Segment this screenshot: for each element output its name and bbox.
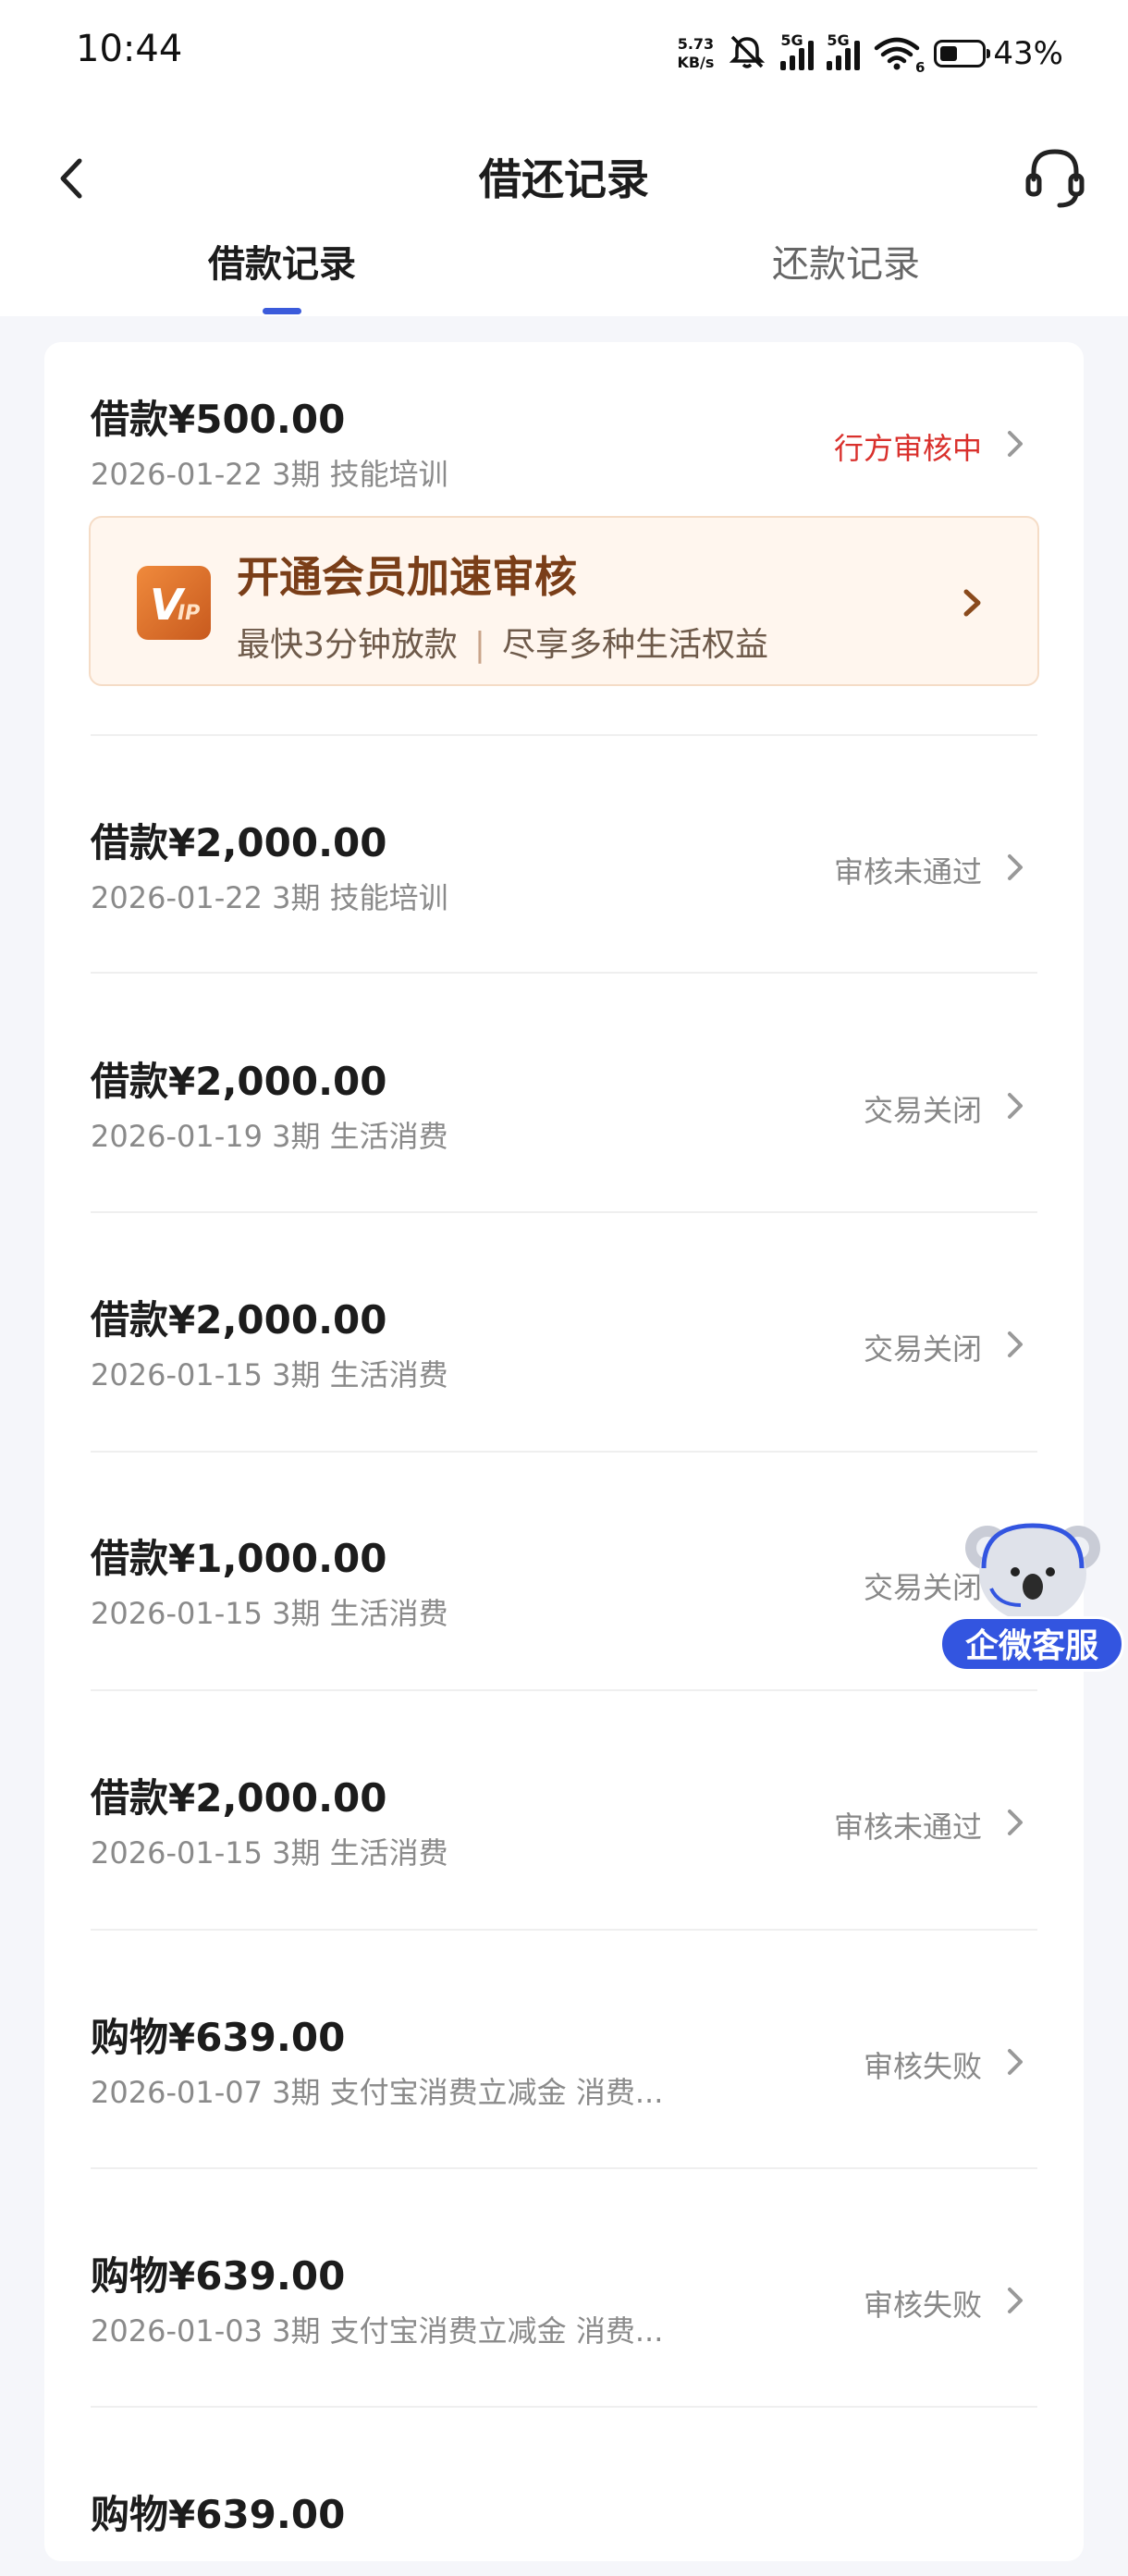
active-tab-indicator bbox=[263, 308, 301, 314]
record-meta: 2026-01-15 3期 生活消费 bbox=[91, 1835, 448, 1871]
signal-bar bbox=[790, 55, 796, 70]
chevron-right-icon bbox=[1008, 2049, 1023, 2075]
record-item[interactable]: 购物¥639.00 2026-01-03 3期 支付宝消费立减金 消费... 审… bbox=[44, 2245, 1084, 2349]
chevron-right-icon bbox=[1008, 854, 1023, 880]
vip-badge-icon: V IP bbox=[137, 566, 211, 640]
tab-bar: 借款记录 还款记录 bbox=[0, 234, 1128, 317]
signal-icon-2: 5G bbox=[827, 31, 861, 70]
network-speed: 5.73 KB/s bbox=[677, 35, 714, 72]
header: 借还记录 借款记录 还款记录 bbox=[0, 109, 1128, 316]
divider bbox=[91, 972, 1037, 974]
record-amount: 借款¥2,000.00 bbox=[91, 1297, 387, 1343]
battery-indicator: 43% bbox=[934, 35, 1063, 72]
chevron-right-icon bbox=[1008, 1331, 1023, 1357]
network-speed-unit: KB/s bbox=[677, 54, 715, 71]
record-status: 交易关闭 bbox=[863, 1331, 982, 1367]
page-title: 借还记录 bbox=[479, 154, 649, 204]
record-meta: 2026-01-22 3期 技能培训 bbox=[91, 880, 448, 915]
record-amount: 购物¥639.00 bbox=[91, 2492, 346, 2537]
signal-bar bbox=[808, 41, 815, 70]
status-icons: 5.73 KB/s 5G 5G 6 43% bbox=[677, 26, 1063, 81]
records-card: 借款¥500.00 2026-01-22 3期 技能培训 行方审核中 V IP … bbox=[44, 342, 1084, 2561]
record-amount: 借款¥500.00 bbox=[91, 397, 346, 442]
signal-bar bbox=[845, 48, 852, 70]
record-meta: 2026-01-15 3期 生活消费 bbox=[91, 1596, 448, 1631]
signal-bar bbox=[827, 61, 833, 70]
record-amount: 购物¥639.00 bbox=[91, 2253, 346, 2299]
status-bar: 10:44 5.73 KB/s 5G 5G 6 43% bbox=[0, 0, 1128, 109]
record-status: 审核未通过 bbox=[833, 854, 982, 889]
record-status: 交易关闭 bbox=[863, 1093, 982, 1128]
record-item[interactable]: 购物¥639.00 2026-01-07 3期 支付宝消费立减金 消费... 审… bbox=[44, 2006, 1084, 2110]
battery-fill bbox=[940, 46, 958, 61]
wifi-label: 6 bbox=[914, 59, 926, 76]
signal-bar bbox=[854, 41, 861, 70]
record-amount: 借款¥2,000.00 bbox=[91, 820, 387, 865]
signal-2-label: 5G bbox=[827, 31, 850, 49]
wifi-icon: 6 bbox=[873, 35, 925, 76]
vip-subtitle: 最快3分钟放款 | 尽享多种生活权益 bbox=[237, 618, 768, 666]
record-meta: 2026-01-15 3期 生活消费 bbox=[91, 1357, 448, 1392]
headset-icon bbox=[1025, 149, 1085, 208]
chevron-right-icon bbox=[1008, 1093, 1023, 1119]
floating-service-label: 企微客服 bbox=[939, 1616, 1124, 1672]
chevron-right-icon bbox=[1008, 431, 1023, 457]
status-time: 10:44 bbox=[76, 28, 183, 70]
record-status: 审核未通过 bbox=[833, 1809, 982, 1845]
record-amount: 借款¥1,000.00 bbox=[91, 1536, 387, 1581]
record-item[interactable]: 借款¥2,000.00 2026-01-22 3期 技能培训 审核未通过 bbox=[44, 812, 1084, 915]
record-status: 审核失败 bbox=[863, 2049, 982, 2084]
signal-1-label: 5G bbox=[780, 31, 803, 49]
record-item[interactable]: 借款¥2,000.00 2026-01-15 3期 生活消费 审核未通过 bbox=[44, 1767, 1084, 1871]
battery-icon bbox=[934, 40, 991, 67]
record-item[interactable]: 借款¥2,000.00 2026-01-19 3期 生活消费 交易关闭 bbox=[44, 1050, 1084, 1154]
chevron-right-icon bbox=[963, 589, 981, 617]
record-item[interactable]: 购物¥639.00 bbox=[44, 2484, 1084, 2576]
vip-subtitle-left: 最快3分钟放款 bbox=[237, 626, 458, 664]
vip-title: 开通会员加速审核 bbox=[237, 552, 577, 602]
floating-customer-service[interactable]: 企微客服 bbox=[938, 1516, 1128, 1683]
mute-icon bbox=[727, 33, 767, 74]
divider bbox=[91, 1451, 1037, 1453]
divider bbox=[91, 1929, 1037, 1931]
signal-bar bbox=[780, 61, 787, 70]
signal-icon-1: 5G bbox=[780, 31, 815, 70]
record-meta: 2026-01-19 3期 生活消费 bbox=[91, 1119, 448, 1154]
signal-bar bbox=[836, 55, 842, 70]
divider bbox=[91, 1689, 1037, 1691]
battery-percent: 43% bbox=[993, 35, 1063, 72]
record-item[interactable]: 借款¥2,000.00 2026-01-15 3期 生活消费 交易关闭 bbox=[44, 1289, 1084, 1392]
divider bbox=[91, 1211, 1037, 1213]
chevron-right-icon bbox=[1008, 2288, 1023, 2313]
divider bbox=[91, 734, 1037, 736]
record-status: 行方审核中 bbox=[833, 431, 982, 466]
vip-upgrade-banner[interactable]: V IP 开通会员加速审核 最快3分钟放款 | 尽享多种生活权益 bbox=[89, 516, 1039, 686]
chevron-right-icon bbox=[1008, 1809, 1023, 1835]
record-item[interactable]: 借款¥500.00 2026-01-22 3期 技能培训 行方审核中 bbox=[44, 388, 1084, 492]
customer-service-button[interactable] bbox=[1023, 141, 1087, 215]
divider bbox=[91, 2167, 1037, 2169]
network-speed-value: 5.73 bbox=[677, 35, 715, 53]
record-amount: 购物¥639.00 bbox=[91, 2015, 346, 2060]
divider bbox=[91, 2406, 1037, 2408]
record-meta: 2026-01-22 3期 技能培训 bbox=[91, 457, 448, 492]
record-meta: 2026-01-07 3期 支付宝消费立减金 消费... bbox=[91, 2075, 664, 2110]
divider: | bbox=[473, 626, 486, 664]
record-amount: 借款¥2,000.00 bbox=[91, 1059, 387, 1104]
record-status: 审核失败 bbox=[863, 2288, 982, 2323]
record-item[interactable]: 借款¥1,000.00 2026-01-15 3期 生活消费 交易关闭 bbox=[44, 1527, 1084, 1631]
record-amount: 借款¥2,000.00 bbox=[91, 1775, 387, 1821]
signal-bar bbox=[799, 48, 805, 70]
vip-subtitle-right: 尽享多种生活权益 bbox=[502, 626, 769, 664]
tab-repayment-records[interactable]: 还款记录 bbox=[707, 234, 985, 288]
record-meta: 2026-01-03 3期 支付宝消费立减金 消费... bbox=[91, 2313, 664, 2349]
svg-text:IP: IP bbox=[178, 602, 200, 625]
tab-loan-records[interactable]: 借款记录 bbox=[143, 234, 421, 288]
